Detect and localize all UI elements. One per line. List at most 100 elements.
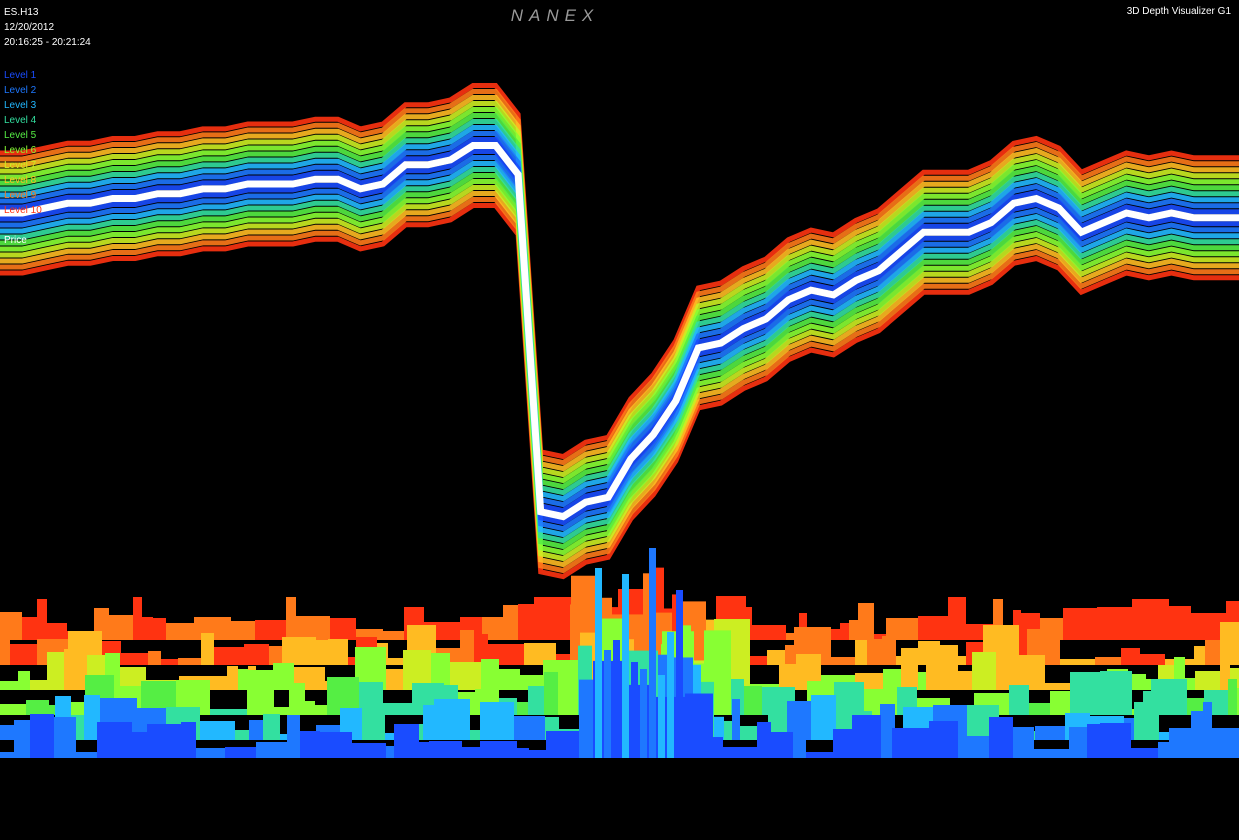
depth-wall-bar: [316, 640, 328, 665]
depth-wall-bar: [757, 722, 771, 758]
depth-wall-bar: [1158, 742, 1169, 758]
depth-wall-bar: [231, 621, 255, 640]
brand-logo: NANEX: [510, 6, 600, 25]
depth-wall-bar: [227, 666, 238, 690]
depth-wall-bar: [499, 669, 520, 690]
depth-wall-bar: [76, 752, 97, 758]
depth-wall-bar: [142, 617, 153, 640]
depth-wall-spike: [622, 574, 629, 758]
depth-wall-bar: [989, 717, 1013, 758]
depth-wall-bar: [514, 716, 545, 740]
depth-wall-spike: [667, 632, 674, 758]
depth-wall-bar: [121, 653, 148, 665]
depth-wall-bar: [481, 659, 499, 690]
depth-wall-spike: [595, 568, 602, 758]
legend-level-5: Level 5: [4, 130, 37, 141]
depth-wall-spike: [658, 675, 665, 758]
depth-wall-bar: [286, 597, 296, 640]
depth-wall-bar: [518, 604, 534, 640]
depth-wall-bar: [858, 603, 874, 640]
depth-wall-bar: [544, 672, 558, 715]
depth-wall-bar: [881, 734, 892, 758]
depth-wall-bar: [1132, 599, 1169, 640]
depth-wall-bar: [1140, 654, 1165, 665]
depth-wall-bar: [785, 645, 794, 665]
depth-wall-bar: [1095, 657, 1121, 665]
depth-wall-bar: [362, 709, 375, 740]
depth-wall-bar: [918, 616, 948, 640]
depth-wall-bar: [806, 752, 833, 758]
order-book-depth-walls: [0, 548, 1239, 758]
depth-wall-bar: [1134, 702, 1159, 740]
depth-wall-bar: [132, 732, 147, 758]
depth-wall-bar: [133, 597, 142, 640]
depth-wall-bar: [166, 623, 194, 640]
depth-wall-bar: [480, 702, 514, 740]
depth-wall-bar: [148, 651, 161, 665]
depth-wall-bar: [300, 731, 320, 758]
depth-wall-bar: [256, 742, 287, 758]
depth-wall-bar: [181, 722, 196, 758]
depth-wall-bar: [882, 636, 896, 665]
depth-wall-bar: [289, 683, 305, 715]
depth-wall-bar: [386, 669, 403, 690]
depth-wall-bar: [348, 657, 356, 665]
depth-wall-bar: [1223, 730, 1239, 758]
depth-wall-bar: [214, 647, 244, 665]
depth-wall-spike: [613, 640, 620, 758]
depth-visualizer-chart: [0, 83, 1239, 758]
depth-wall-bar: [1045, 683, 1070, 690]
legend-level-1: Level 1: [4, 70, 37, 81]
depth-wall-bar: [18, 671, 30, 690]
depth-wall-bar: [833, 729, 852, 758]
depth-wall-bar: [1205, 640, 1220, 665]
depth-wall-bar: [296, 616, 330, 640]
depth-wall-bar: [1050, 691, 1070, 715]
depth-wall-bar: [0, 681, 18, 690]
depth-wall-bar: [244, 644, 269, 665]
legend-level-6: Level 6: [4, 145, 37, 156]
depth-wall-bar: [0, 621, 10, 665]
depth-wall-bar: [255, 620, 286, 640]
depth-wall-bar: [713, 737, 723, 758]
depth-wall-bar: [1169, 728, 1196, 758]
depth-wall-bar: [178, 658, 201, 665]
depth-wall-bar: [470, 730, 480, 740]
depth-wall-bar: [97, 722, 132, 758]
depth-wall-bar: [282, 637, 316, 665]
depth-wall-bar: [1097, 607, 1132, 640]
depth-wall-bar: [147, 724, 181, 758]
depth-wall-bar: [109, 615, 133, 640]
depth-wall-bar: [896, 618, 918, 640]
depth-wall-bar: [1087, 724, 1100, 758]
app-title: 3D Depth Visualizer G1: [1126, 6, 1231, 17]
depth-wall-bar: [480, 741, 517, 758]
depth-wall-bar: [1121, 648, 1140, 665]
depth-wall-bar: [855, 640, 867, 665]
depth-wall-bar: [1029, 703, 1050, 715]
depth-wall-bar: [200, 721, 235, 740]
depth-wall-bar: [852, 715, 881, 758]
depth-wall-bar: [767, 650, 785, 665]
depth-wall-bar: [352, 743, 386, 758]
depth-wall-bar: [918, 672, 926, 690]
legend-price: Price: [4, 235, 27, 246]
depth-wall-bar: [996, 652, 1012, 690]
legend-level-10: Level 10: [4, 205, 42, 216]
legend-level-7: Level 7: [4, 160, 37, 171]
depth-wall-bar: [287, 715, 300, 758]
legend: Level 1 Level 2 Level 3 Level 4 Level 5 …: [4, 68, 42, 248]
depth-wall-bar: [1228, 679, 1237, 715]
depth-wall-spike: [604, 650, 611, 758]
depth-wall-bar: [685, 693, 713, 758]
depth-wall-bar: [423, 705, 434, 740]
depth-wall-bar: [958, 671, 972, 690]
depth-wall-bar: [0, 752, 14, 758]
depth-wall-bar: [269, 646, 282, 665]
depth-wall-bar: [714, 716, 724, 740]
depth-wall-spike: [631, 662, 638, 758]
depth-wall-bar: [579, 679, 593, 758]
depth-wall-spike: [676, 590, 683, 758]
depth-band-ask-level-10: [0, 83, 1239, 460]
depth-wall-bar: [883, 669, 901, 690]
